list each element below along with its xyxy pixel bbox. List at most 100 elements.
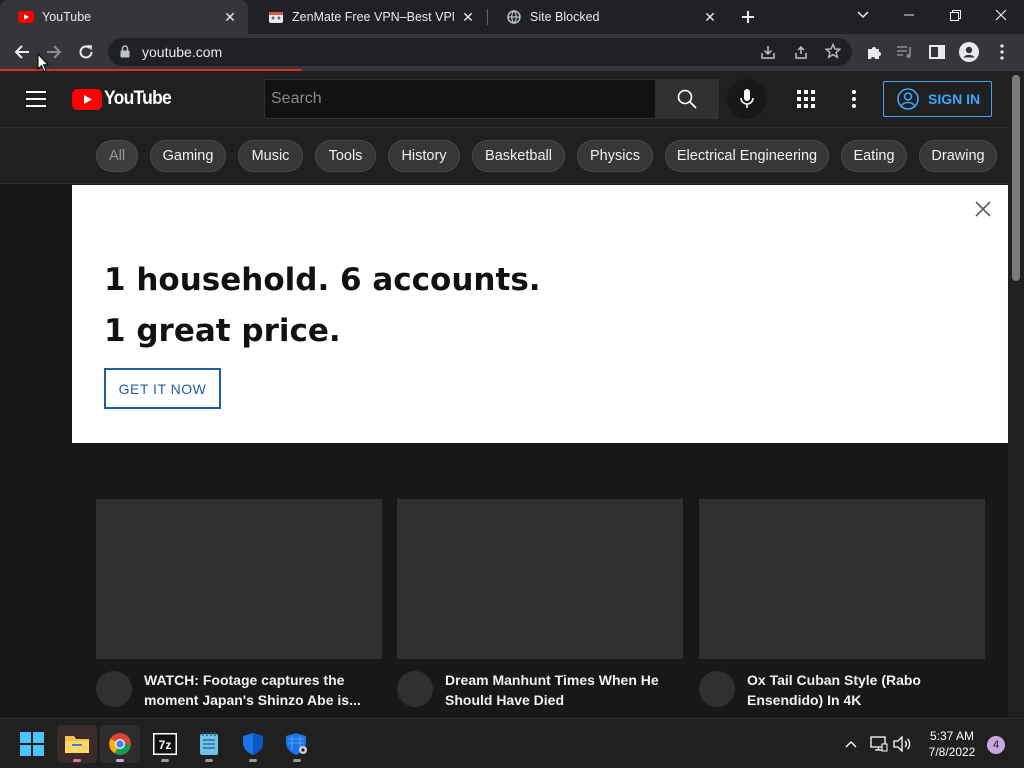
volume-icon[interactable] xyxy=(892,733,914,755)
video-title[interactable]: Ox Tail Cuban Style (Rabo Ensendido) In … xyxy=(747,670,977,710)
get-it-now-button[interactable]: GET IT NOW xyxy=(104,368,221,409)
youtube-play-logo-icon xyxy=(72,88,102,110)
hamburger-menu-icon xyxy=(26,91,46,107)
tab-close-icon[interactable]: ✕ xyxy=(222,9,238,25)
restore-button[interactable] xyxy=(932,0,978,30)
start-button[interactable] xyxy=(12,725,52,763)
tab-close-icon[interactable]: ✕ xyxy=(460,9,476,25)
search-placeholder: Search xyxy=(271,90,322,107)
bookmark-star-icon[interactable] xyxy=(824,42,842,64)
notification-badge[interactable]: 4 xyxy=(987,736,1005,754)
running-indicator xyxy=(116,759,124,762)
share-icon[interactable] xyxy=(793,44,809,65)
dismiss-promo-button[interactable] xyxy=(973,199,993,219)
scrollbar-thumb[interactable] xyxy=(1012,75,1020,281)
youtube-masthead: YouTube Search SIGN IN xyxy=(0,71,1008,127)
media-control-button[interactable] xyxy=(891,38,919,66)
chip-gaming[interactable]: Gaming xyxy=(150,140,226,172)
7zip-icon: 7z xyxy=(153,733,177,755)
system-clock[interactable]: 5:37 AM 7/8/2022 xyxy=(922,728,982,760)
minimize-icon xyxy=(904,14,914,16)
youtube-logo[interactable]: YouTube xyxy=(72,88,177,110)
promo-headline: 1 household. 6 accounts. 1 great price. xyxy=(104,262,541,349)
tab-title: ZenMate Free VPN–Best VPN for xyxy=(292,10,454,24)
profile-button[interactable] xyxy=(955,38,983,66)
close-icon xyxy=(975,201,991,217)
browser-toolbar: youtube.com xyxy=(0,34,1024,70)
puzzle-icon xyxy=(868,47,881,59)
settings-menu-button[interactable] xyxy=(851,90,857,113)
windows-taskbar: 7z 5:37 AM 7/8/2022 4 xyxy=(0,718,1024,768)
zenmate-favicon-icon xyxy=(268,9,284,25)
chip-electrical-engineering[interactable]: Electrical Engineering xyxy=(665,140,829,172)
media-queue-icon xyxy=(897,46,911,58)
side-panel-icon xyxy=(929,45,945,59)
minimize-button[interactable] xyxy=(886,0,932,30)
arrow-left-icon xyxy=(14,45,29,59)
chip-physics[interactable]: Physics xyxy=(577,140,653,172)
taskbar-file-explorer[interactable] xyxy=(57,725,97,763)
search-input[interactable]: Search xyxy=(264,79,656,119)
chip-music[interactable]: Music xyxy=(238,140,303,172)
tab-title: Site Blocked xyxy=(530,10,600,24)
shield-gear-icon xyxy=(286,733,307,755)
show-hidden-icons-button[interactable] xyxy=(840,733,862,755)
back-button[interactable] xyxy=(8,38,36,66)
video-title[interactable]: WATCH: Footage captures the moment Japan… xyxy=(144,670,374,710)
video-thumbnail[interactable] xyxy=(96,499,382,659)
tab-youtube[interactable]: YouTube ✕ xyxy=(0,0,248,34)
restore-icon xyxy=(949,9,961,21)
extensions-button[interactable] xyxy=(860,38,888,66)
address-bar[interactable]: youtube.com xyxy=(108,38,852,66)
lock-icon[interactable] xyxy=(120,45,130,63)
reload-icon xyxy=(79,45,93,59)
video-thumbnail[interactable] xyxy=(397,499,683,659)
close-window-button[interactable] xyxy=(978,0,1024,30)
search-button[interactable] xyxy=(655,79,719,119)
chip-tools[interactable]: Tools xyxy=(315,140,376,172)
shield-icon xyxy=(243,733,263,755)
tab-search-button[interactable] xyxy=(840,0,886,30)
chip-eating[interactable]: Eating xyxy=(841,140,907,172)
chip-drawing[interactable]: Drawing xyxy=(919,140,997,172)
browser-menu-button[interactable] xyxy=(988,38,1016,66)
reload-button[interactable] xyxy=(72,38,100,66)
chevron-down-icon xyxy=(857,11,869,19)
network-icon[interactable] xyxy=(868,733,890,755)
video-thumbnail[interactable] xyxy=(699,499,985,659)
running-indicator xyxy=(205,759,213,762)
tab-zenmate[interactable]: ZenMate Free VPN–Best VPN for ✕ xyxy=(250,0,486,34)
running-indicator xyxy=(161,759,169,762)
apps-button[interactable] xyxy=(797,90,815,113)
taskbar-7zip[interactable]: 7z xyxy=(145,725,185,763)
channel-avatar[interactable] xyxy=(96,671,132,707)
taskbar-chrome[interactable] xyxy=(100,725,140,763)
youtube-page: YouTube Search SIGN IN All Gaming Music … xyxy=(0,71,1008,718)
kebab-menu-icon xyxy=(852,90,856,108)
side-panel-button[interactable] xyxy=(923,38,951,66)
tab-title: YouTube xyxy=(42,10,92,24)
guide-menu-button[interactable] xyxy=(24,89,48,114)
tab-close-icon[interactable]: ✕ xyxy=(702,9,718,25)
profile-icon xyxy=(959,42,979,62)
new-tab-button[interactable] xyxy=(736,6,760,28)
taskbar-notepad[interactable] xyxy=(189,725,229,763)
category-chip-bar: All Gaming Music Tools History Basketbal… xyxy=(0,127,1008,184)
install-icon[interactable] xyxy=(760,44,776,65)
chip-history[interactable]: History xyxy=(388,140,460,172)
taskbar-windows-security[interactable] xyxy=(233,725,273,763)
search-icon xyxy=(677,89,697,109)
sign-in-button[interactable]: SIGN IN xyxy=(883,81,992,117)
channel-avatar[interactable] xyxy=(699,671,735,707)
premium-promo-banner: 1 household. 6 accounts. 1 great price. … xyxy=(72,185,1008,443)
running-indicator xyxy=(293,759,301,762)
chip-all[interactable]: All xyxy=(96,140,138,172)
taskbar-security-settings[interactable] xyxy=(277,725,317,763)
voice-search-button[interactable] xyxy=(727,79,767,119)
tab-site-blocked[interactable]: Site Blocked ✕ xyxy=(488,0,728,34)
clock-time: 5:37 AM xyxy=(929,729,975,743)
chip-basketball[interactable]: Basketball xyxy=(472,140,565,172)
running-indicator xyxy=(73,759,81,762)
channel-avatar[interactable] xyxy=(397,671,433,707)
video-title[interactable]: Dream Manhunt Times When He Should Have … xyxy=(445,670,675,710)
